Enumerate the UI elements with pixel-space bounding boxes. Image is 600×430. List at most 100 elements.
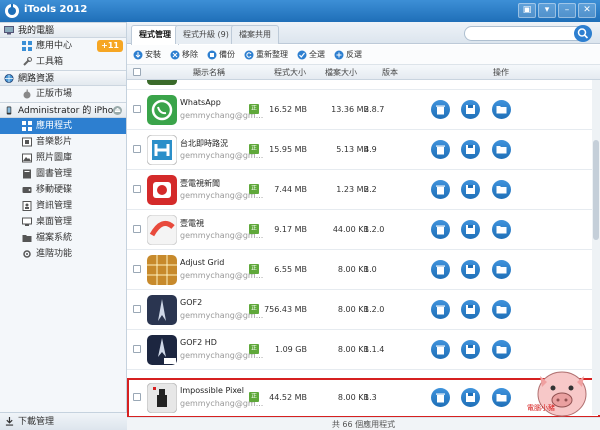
select-all-checkbox[interactable] — [133, 68, 141, 76]
backup-button[interactable]: 備份 — [207, 49, 235, 60]
table-row[interactable]: 壹電視新聞 gemmychang@gm... 正 7.44 MB 1.23 MB… — [127, 170, 600, 210]
save-icon — [466, 305, 475, 314]
download-manager-label: 下載管理 — [18, 417, 55, 427]
row-checkbox[interactable] — [133, 345, 141, 353]
install-button[interactable]: 安裝 — [133, 49, 161, 60]
install-label: 安裝 — [145, 50, 161, 59]
table-row[interactable]: WhatsApp gemmychang@gm... 正 16.52 MB 13.… — [127, 90, 600, 130]
sidebar-item-advanced[interactable]: 進階功能 — [0, 246, 126, 262]
sidebar-item-label: 檔案系統 — [36, 233, 73, 243]
column-header-name[interactable]: 顯示名稱 — [193, 65, 225, 80]
app-size: 6.55 MB — [274, 265, 307, 274]
scrollbar-thumb[interactable] — [593, 140, 599, 240]
tab-app-management[interactable]: 程式管理 — [131, 25, 179, 45]
open-folder-button[interactable] — [492, 140, 511, 159]
column-header-file-size[interactable]: 檔案大小 — [325, 65, 357, 80]
search-button[interactable] — [574, 25, 592, 42]
row-checkbox[interactable] — [133, 305, 141, 313]
uninstall-row-button[interactable] — [431, 388, 450, 407]
uninstall-row-button[interactable] — [431, 140, 450, 159]
menu-icon[interactable]: ▾ — [538, 3, 556, 18]
sidebar-item-music-video[interactable]: 音樂影片 — [0, 134, 126, 150]
sidebar-item-official-market[interactable]: 正版市場 — [0, 86, 126, 102]
sidebar-item-book-management[interactable]: 圖書管理 — [0, 166, 126, 182]
backup-row-button[interactable] — [461, 180, 480, 199]
sidebar-item-desktop-management[interactable]: 桌面管理 — [0, 214, 126, 230]
table-row[interactable]: Adjust Grid gemmychang@gm... 正 6.55 MB 8… — [127, 250, 600, 290]
save-icon — [466, 345, 475, 354]
row-checkbox[interactable] — [133, 225, 141, 233]
open-folder-button[interactable] — [492, 388, 511, 407]
sidebar-item-file-system[interactable]: 檔案系統 — [0, 230, 126, 246]
backup-row-button[interactable] — [461, 388, 480, 407]
backup-row-button[interactable] — [461, 140, 480, 159]
app-size: 15.95 MB — [269, 145, 307, 154]
app-size: 9.17 MB — [274, 225, 307, 234]
open-folder-button[interactable] — [492, 260, 511, 279]
column-header-version[interactable]: 版本 — [382, 65, 398, 80]
backup-row-button[interactable] — [461, 100, 480, 119]
app-name: GOF2 — [180, 298, 203, 307]
table-row[interactable]: 台北即時路況 gemmychang@gm... 正 15.95 MB 5.13 … — [127, 130, 600, 170]
uninstall-row-button[interactable] — [431, 220, 450, 239]
uninstall-row-button[interactable] — [431, 300, 450, 319]
table-row[interactable]: GOF2 gemmychang@gm... 正 756.43 MB 8.00 K… — [127, 290, 600, 330]
folder-icon — [22, 235, 32, 242]
folder-icon — [496, 146, 507, 154]
row-checkbox[interactable] — [133, 145, 141, 153]
close-button[interactable]: ✕ — [578, 3, 596, 18]
backup-row-button[interactable] — [461, 260, 480, 279]
backup-row-button[interactable] — [461, 300, 480, 319]
adjust-grid-app-icon — [147, 255, 177, 285]
open-folder-button[interactable] — [492, 180, 511, 199]
sidebar-item-info-management[interactable]: 資訊管理 — [0, 198, 126, 214]
uninstall-row-button[interactable] — [431, 180, 450, 199]
row-checkbox[interactable] — [133, 185, 141, 193]
uninstall-row-button[interactable] — [431, 340, 450, 359]
table-row[interactable]: 壹電視 gemmychang@gm... 正 9.17 MB 44.00 KB … — [127, 210, 600, 250]
search-input[interactable] — [464, 26, 592, 41]
skin-icon[interactable]: ▣ — [518, 3, 536, 18]
sidebar-item-label: 應用程式 — [36, 121, 73, 131]
open-folder-button[interactable] — [492, 340, 511, 359]
tab-file-sharing[interactable]: 檔案共用 — [231, 25, 279, 44]
genuine-badge: 正 — [249, 304, 259, 314]
download-manager[interactable]: 下載管理 — [0, 412, 127, 430]
app-name: 壹電視 — [180, 219, 204, 228]
uninstall-row-button[interactable] — [431, 260, 450, 279]
sidebar-item-toolbox[interactable]: 工具箱 — [0, 54, 126, 70]
sidebar-section-device[interactable]: Administrator 的 iPho... ⏏ — [0, 102, 126, 118]
backup-row-button[interactable] — [461, 220, 480, 239]
app-center-icon — [22, 41, 32, 51]
invert-selection-button[interactable]: 反選 — [334, 49, 362, 60]
sidebar-section-web-resources[interactable]: 網路資源 — [0, 70, 126, 86]
sidebar-item-app-center[interactable]: 應用中心 +11 — [0, 38, 126, 54]
refresh-button[interactable]: 重新整理 — [244, 49, 288, 60]
sidebar-item-photo-library[interactable]: 照片圖庫 — [0, 150, 126, 166]
row-checkbox[interactable] — [133, 265, 141, 273]
sidebar-item-label: 移動硬碟 — [36, 185, 73, 195]
column-header-app-size[interactable]: 程式大小 — [274, 65, 306, 80]
minimize-button[interactable]: – — [558, 3, 576, 18]
uninstall-button[interactable]: 移除 — [170, 49, 198, 60]
eject-icon[interactable]: ⏏ — [113, 106, 122, 115]
open-folder-button[interactable] — [492, 220, 511, 239]
open-folder-button[interactable] — [492, 100, 511, 119]
sidebar-item-label: 照片圖庫 — [36, 153, 73, 163]
table-row[interactable] — [127, 80, 600, 90]
backup-row-button[interactable] — [461, 340, 480, 359]
uninstall-row-button[interactable] — [431, 100, 450, 119]
sidebar-section-my-computer[interactable]: 我的電腦 — [0, 22, 126, 38]
computer-icon — [4, 26, 14, 35]
sidebar-item-mobile-disk[interactable]: 移動硬碟 — [0, 182, 126, 198]
select-all-label: 全選 — [309, 50, 325, 59]
sidebar-item-label: 正版市場 — [36, 89, 73, 99]
row-checkbox[interactable] — [133, 393, 141, 401]
row-checkbox[interactable] — [133, 105, 141, 113]
sidebar-item-applications[interactable]: 應用程式 — [0, 118, 126, 134]
folder-icon — [496, 106, 507, 114]
genuine-badge: 正 — [249, 104, 259, 114]
select-all-button[interactable]: 全選 — [297, 49, 325, 60]
open-folder-button[interactable] — [492, 300, 511, 319]
tab-app-upgrade[interactable]: 程式升級 (9) — [175, 25, 237, 44]
